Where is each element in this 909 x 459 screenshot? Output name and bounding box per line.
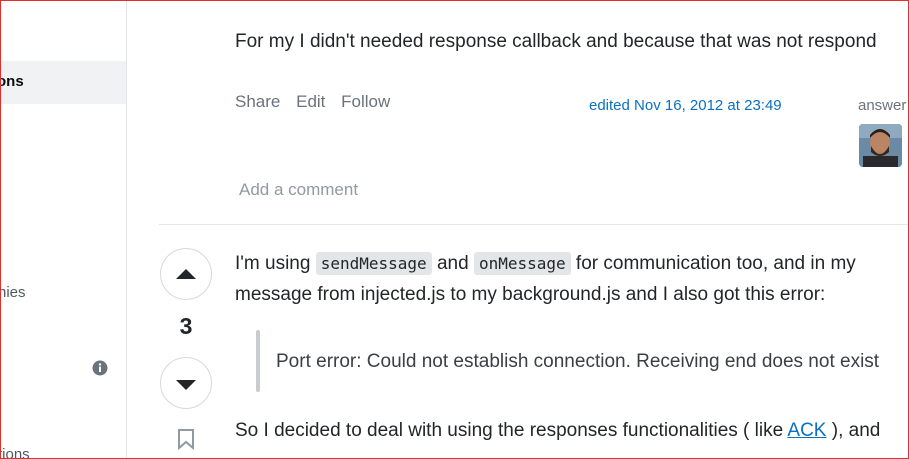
text-segment: for communication too, and in my: [570, 253, 856, 274]
main-content: For my I didn't needed response callback…: [127, 0, 909, 459]
answer-paragraph-2: So I decided to deal with using the resp…: [235, 415, 880, 446]
share-link[interactable]: Share: [235, 92, 280, 111]
add-comment-link[interactable]: Add a comment: [239, 180, 358, 200]
text-segment: So I decided to deal with using the resp…: [235, 420, 788, 441]
downvote-button[interactable]: [160, 357, 212, 409]
text-segment: I'm using: [235, 253, 316, 274]
sidebar-item-questions[interactable]: ons: [0, 61, 126, 104]
answer-paragraph-1: I'm using sendMessage and onMessage for …: [235, 248, 856, 279]
answer-separator: [159, 224, 909, 225]
answered-label: answer: [858, 97, 907, 114]
edit-link[interactable]: Edit: [296, 92, 325, 111]
inline-code-onmessage: onMessage: [473, 252, 571, 275]
post-menu: Share Edit Follow: [235, 92, 401, 112]
info-icon[interactable]: [92, 360, 108, 376]
left-sidebar: ons nies tions: [0, 0, 127, 459]
follow-link[interactable]: Follow: [341, 92, 390, 111]
arrow-down-icon: [176, 380, 196, 390]
answer-paragraph-1-line-2: message from injected.js to my backgroun…: [235, 284, 826, 305]
avatar[interactable]: [859, 124, 902, 167]
sidebar-item-label: ons: [0, 73, 24, 90]
sidebar-item-companies[interactable]: nies: [0, 284, 26, 301]
inline-code-sendmessage: sendMessage: [315, 252, 432, 275]
blockquote-text: Port error: Could not establish connecti…: [276, 351, 880, 372]
text-segment: and: [431, 253, 474, 274]
vote-count: 3: [179, 313, 193, 339]
blockquote-bar: [256, 330, 260, 392]
answer-text: For my I didn't needed response callback…: [235, 31, 877, 52]
ack-link[interactable]: ACK: [787, 420, 826, 441]
text-segment: ), and: [826, 420, 881, 441]
arrow-up-icon: [176, 269, 196, 279]
avatar-image: [859, 124, 902, 167]
edited-timestamp-link[interactable]: edited Nov 16, 2012 at 23:49: [589, 97, 782, 114]
upvote-button[interactable]: [160, 248, 212, 300]
bookmark-icon[interactable]: [177, 428, 195, 450]
sidebar-item-collectives[interactable]: tions: [0, 446, 30, 459]
